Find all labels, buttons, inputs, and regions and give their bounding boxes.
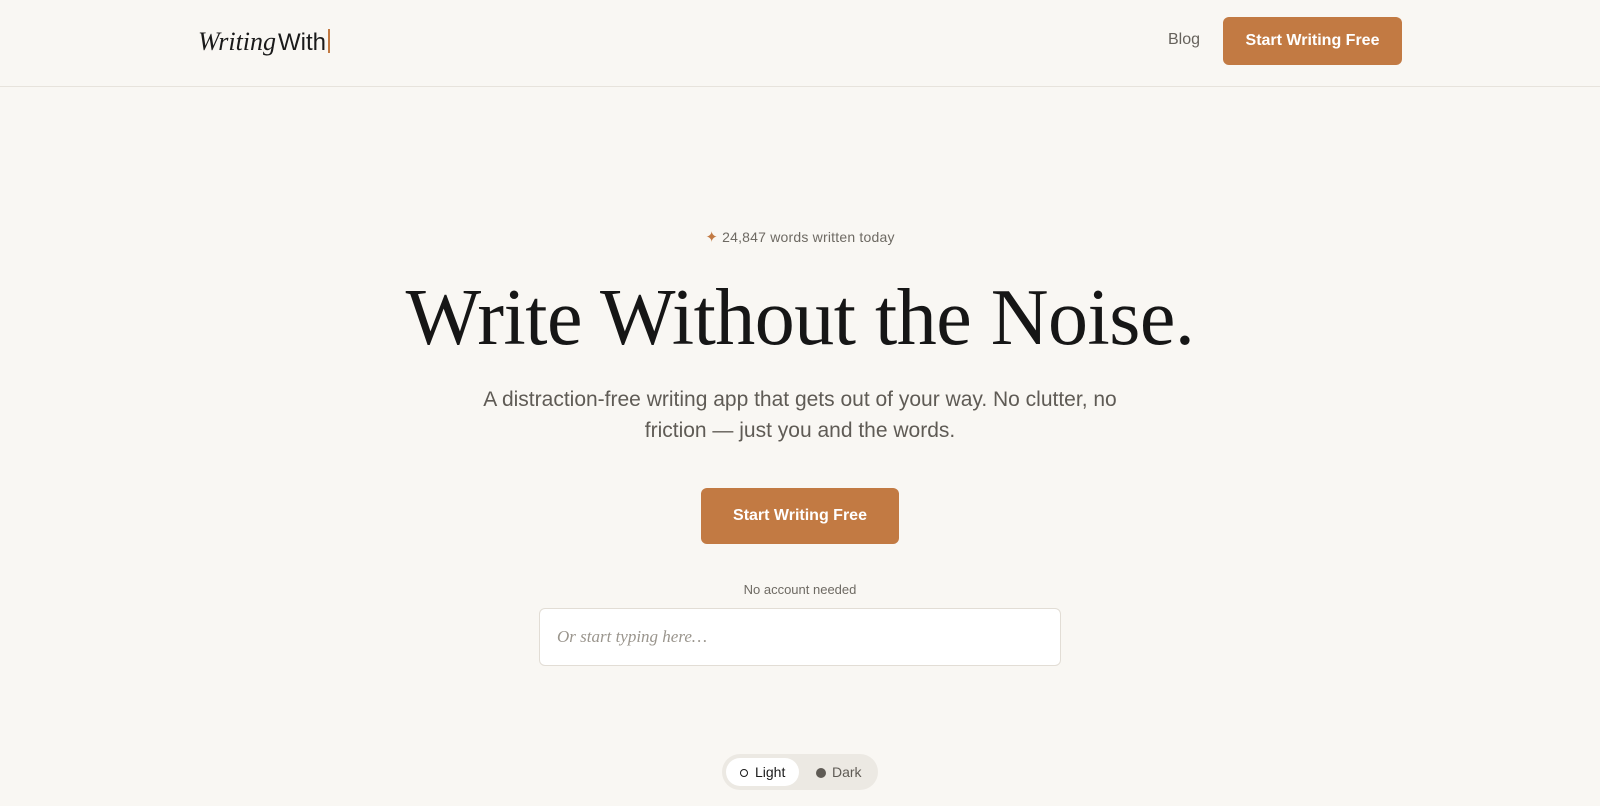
theme-dark-label: Dark <box>832 764 862 780</box>
header-start-writing-button[interactable]: Start Writing Free <box>1223 17 1402 65</box>
hero-start-writing-button[interactable]: Start Writing Free <box>701 488 899 544</box>
theme-toggle: Light Dark <box>722 754 878 790</box>
nav-blog-link[interactable]: Blog <box>1168 31 1200 49</box>
moon-icon <box>816 768 826 778</box>
theme-option-dark[interactable]: Dark <box>812 758 874 786</box>
sun-icon <box>740 769 748 777</box>
text-cursor-icon <box>328 29 331 53</box>
logo-word-writing: Writing <box>198 27 277 56</box>
logo-word-with: With <box>278 29 327 56</box>
words-written-stat: ✦ 24,847 words written today <box>0 228 1600 246</box>
hero-headline: Write Without the Noise. <box>405 274 1195 362</box>
site-header: WritingWith Blog Start Writing Free <box>0 0 1600 87</box>
sparkle-icon: ✦ <box>705 229 719 246</box>
theme-light-label: Light <box>755 764 786 780</box>
logo[interactable]: WritingWith <box>198 24 331 60</box>
theme-option-light[interactable]: Light <box>726 758 799 786</box>
start-typing-input[interactable] <box>539 608 1061 666</box>
hero-subheadline: A distraction-free writing app that gets… <box>483 388 1117 442</box>
stat-text: 24,847 words written today <box>722 229 895 245</box>
no-account-note: No account needed <box>743 582 857 597</box>
